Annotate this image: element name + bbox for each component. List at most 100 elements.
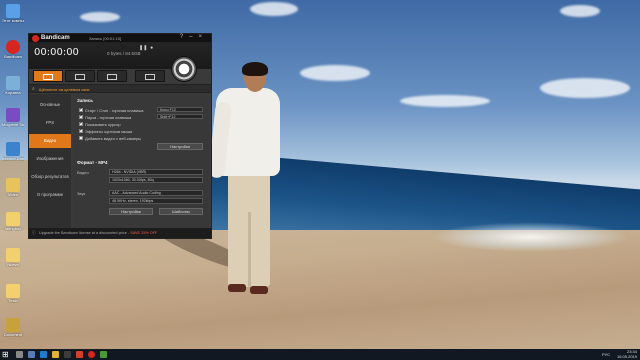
desktop-icon-bandicam[interactable]: Bandicam — [2, 40, 24, 59]
record-timer: 00:00:00 — [34, 47, 79, 58]
mode-game[interactable] — [33, 70, 63, 82]
upgrade-banner[interactable]: ⓘ Upgrade the Bandicam license at a disc… — [29, 228, 211, 238]
desktop-icon-file[interactable]: Document — [2, 318, 24, 337]
camera-icon[interactable]: ● — [150, 45, 153, 51]
option-label: Старт / Стоп - горячая клавиша — [85, 108, 144, 113]
cloud — [300, 65, 370, 81]
desktop-icon-mixgame[interactable]: Mixgame Studio — [2, 108, 24, 127]
target-hint: Щёлкните на целевом окне — [39, 87, 90, 92]
language-indicator[interactable]: РУС — [602, 352, 610, 357]
clock-date: 16.05.2019 — [616, 353, 637, 359]
option-checkbox[interactable] — [79, 136, 83, 140]
desktop-icon-this-pc[interactable]: Этот компьютер — [2, 4, 24, 23]
bandicam-logo-icon — [32, 35, 39, 42]
screen-icon — [75, 74, 85, 80]
app-icon — [6, 108, 20, 122]
window-controls: ?–× — [180, 34, 208, 40]
person-shoe — [228, 284, 246, 292]
option-label: Показывать курсор — [85, 122, 121, 127]
nav-about[interactable]: О программе — [29, 188, 71, 202]
trouser-seam — [248, 212, 251, 287]
toolbar-icons: ❚❚ ● — [139, 45, 153, 51]
video-label: Видео — [77, 170, 89, 175]
info-icon: ⓘ — [32, 231, 36, 235]
wave-foam — [430, 222, 630, 252]
upgrade-promo-link[interactable]: SAVE 25% OFF — [130, 231, 157, 235]
file-icon — [6, 284, 20, 298]
upgrade-text: Upgrade the Bandicam license at a discou… — [39, 231, 130, 235]
bandicam-window[interactable]: Bandicam Запись [00:01:10] ?–× ❚❚ ● 00:0… — [28, 33, 212, 239]
bandicam-icon — [6, 40, 20, 54]
edge-icon[interactable] — [40, 351, 47, 358]
option-checkbox[interactable] — [79, 127, 83, 133]
desktop-icon-folder[interactable]: Video — [2, 178, 24, 197]
nav-video[interactable]: Видео — [29, 134, 71, 148]
explorer-icon[interactable] — [52, 351, 59, 358]
gamepad-icon — [43, 74, 53, 80]
desktop-icon-file[interactable]: Texto — [2, 284, 24, 303]
webcam-icon — [145, 74, 155, 80]
settings-nav: Основные FPS Видео Изображения Обзор рез… — [29, 94, 71, 228]
video-settings-panel: Запись Старт / Стоп - горячая клавиша Кл… — [73, 94, 209, 228]
video-codec-field: H264 - NVIDIA (VBR) — [109, 169, 203, 175]
taskbar: ⊞ РУС 23:34 16.05.2019 — [0, 349, 640, 360]
mode-fullscreen[interactable] — [97, 70, 127, 82]
mode-selector — [33, 70, 203, 82]
target-bar[interactable]: ⌕ Щёлкните на целевом окне — [29, 84, 211, 93]
cloud — [400, 95, 490, 107]
file-icon — [6, 248, 20, 262]
person-shoe — [250, 286, 268, 294]
search-icon: ⌕ — [32, 86, 35, 92]
file-size: 0 bytes / 84.5GB — [107, 51, 141, 56]
cloud — [250, 2, 298, 16]
nav-fps[interactable]: FPS — [29, 116, 71, 130]
hotkey-field[interactable]: Shift+F12 — [157, 114, 203, 119]
option-checkbox[interactable] — [79, 113, 83, 119]
windows-start-icon[interactable]: ⊞ — [2, 350, 9, 359]
audio-details-field: 48.0KHz, stereo, 192kbps — [109, 198, 203, 204]
recycle-bin-icon — [6, 76, 20, 90]
mode-screen[interactable] — [65, 70, 95, 82]
task-view-icon[interactable] — [28, 351, 35, 358]
option-checkbox[interactable] — [79, 120, 83, 126]
cloud — [80, 12, 120, 22]
desktop-icon-idm[interactable]: Internet Download Manager — [2, 142, 24, 161]
app-title: Bandicam — [41, 35, 70, 41]
hotkey-field[interactable]: Ключ F12 — [157, 107, 203, 112]
cloud — [560, 5, 600, 17]
record-settings-button[interactable]: Настройки — [157, 143, 203, 150]
clock[interactable]: 23:34 16.05.2019 — [616, 349, 637, 359]
help-icon[interactable]: ? — [180, 34, 189, 40]
nav-output[interactable]: Обзор результатов — [29, 170, 71, 184]
opera-icon[interactable] — [76, 351, 83, 358]
video-details-field: 1920x1080, 30.00fps, 80q — [109, 177, 203, 183]
option-checkbox[interactable] — [79, 106, 83, 112]
person-hair — [242, 62, 268, 76]
monitor-icon — [107, 74, 117, 80]
title-bar[interactable]: Bandicam Запись [00:01:10] ?–× — [29, 34, 211, 43]
store-icon[interactable] — [64, 351, 71, 358]
option-label: Эффекты щелчков мыши — [85, 129, 133, 134]
cloud — [540, 78, 630, 98]
download-manager-icon — [6, 142, 20, 156]
nav-general[interactable]: Основные — [29, 98, 71, 112]
close-icon[interactable]: × — [198, 34, 208, 40]
person-on-beach — [206, 62, 286, 302]
templates-button[interactable]: Шаблоны — [159, 208, 203, 215]
desktop-icon-file[interactable]: Nuevo — [2, 248, 24, 267]
audio-label: Звук — [77, 191, 86, 196]
desktop-icon-recycle-bin[interactable]: Корзина — [2, 76, 24, 95]
option-label: Добавить видео с веб-камеры — [85, 136, 142, 141]
archive-icon — [6, 318, 20, 332]
option-label: Пауза - горячая клавиша — [85, 115, 132, 120]
folder-icon — [6, 178, 20, 192]
mode-device[interactable] — [135, 70, 165, 82]
desktop-icon-file[interactable]: ratingbox — [2, 212, 24, 231]
record-section-title: Запись — [77, 98, 94, 103]
search-icon[interactable] — [16, 351, 23, 358]
bandicam-taskbar-icon[interactable] — [88, 351, 95, 358]
computer-icon — [6, 4, 20, 18]
format-settings-button[interactable]: Настройки — [109, 208, 153, 215]
nav-images[interactable]: Изображения — [29, 152, 71, 166]
app-taskbar-icon[interactable] — [100, 351, 107, 358]
